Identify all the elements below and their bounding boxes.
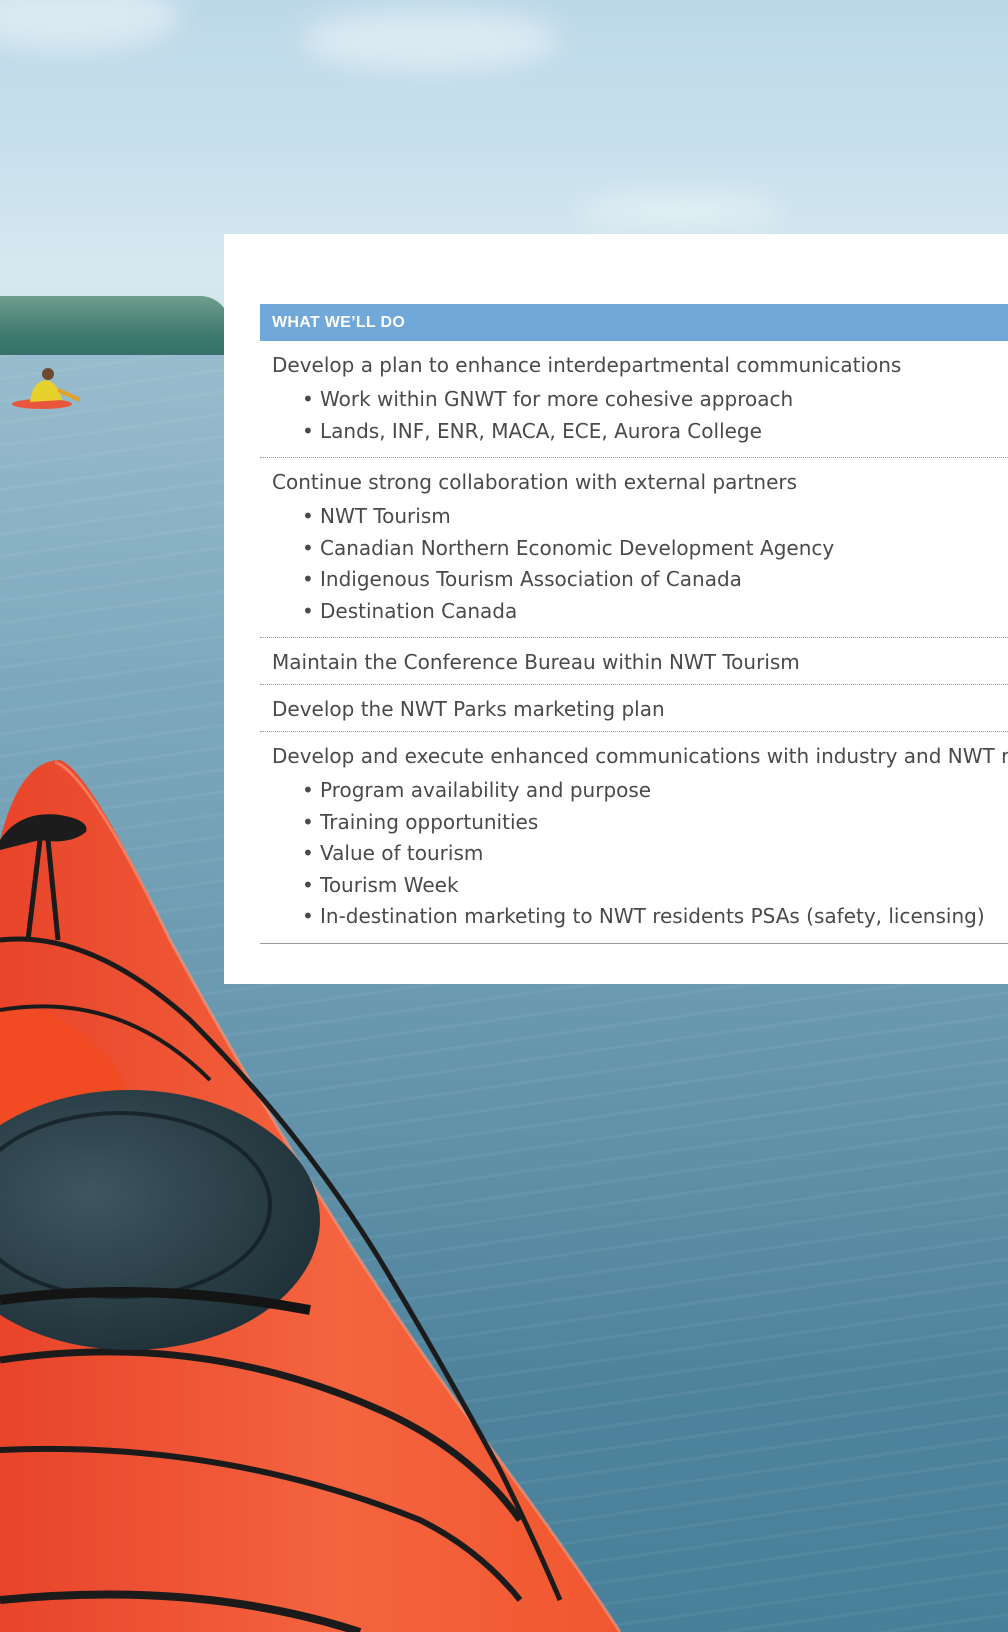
action-group: Develop and execute enhanced communicati…	[260, 732, 1008, 944]
action-group: Continue strong collaboration with exter…	[260, 458, 1008, 638]
bullet-item: NWT Tourism	[302, 501, 1008, 533]
bullet-item: Value of tourism	[302, 838, 1008, 870]
bullet-item: In-destination marketing to NWT resident…	[302, 901, 1008, 933]
bullet-list: Program availability and purpose Trainin…	[272, 775, 1008, 933]
bullet-item: Training opportunities	[302, 807, 1008, 839]
bullet-item: Indigenous Tourism Association of Canada	[302, 564, 1008, 596]
table-header: WHAT WE’LL DO	[260, 304, 1008, 341]
action-title: Continue strong collaboration with exter…	[272, 470, 798, 494]
action-title: Maintain the Conference Bureau within NW…	[272, 650, 800, 674]
bullet-list: Work within GNWT for more cohesive appro…	[272, 384, 1008, 447]
bullet-item: Canadian Northern Economic Development A…	[302, 533, 1008, 565]
action-group: Maintain the Conference Bureau within NW…	[260, 638, 1008, 685]
bullet-item: Work within GNWT for more cohesive appro…	[302, 384, 1008, 416]
action-group: Develop the NWT Parks marketing plan	[260, 685, 1008, 732]
bullet-item: Destination Canada	[302, 596, 1008, 628]
bullet-item: Lands, INF, ENR, MACA, ECE, Aurora Colle…	[302, 416, 1008, 448]
action-title: Develop a plan to enhance interdepartmen…	[272, 353, 902, 377]
action-group: Develop a plan to enhance interdepartmen…	[260, 341, 1008, 458]
action-title: Develop and execute enhanced communicati…	[272, 744, 1008, 768]
bullet-item: Tourism Week	[302, 870, 1008, 902]
what-well-do-table: WHAT WE’LL DO Develop a plan to enhance …	[260, 304, 1008, 944]
content-card: WHAT WE’LL DO Develop a plan to enhance …	[224, 234, 1008, 984]
action-title: Develop the NWT Parks marketing plan	[272, 697, 665, 721]
bullet-list: NWT Tourism Canadian Northern Economic D…	[272, 501, 1008, 627]
bullet-item: Program availability and purpose	[302, 775, 1008, 807]
